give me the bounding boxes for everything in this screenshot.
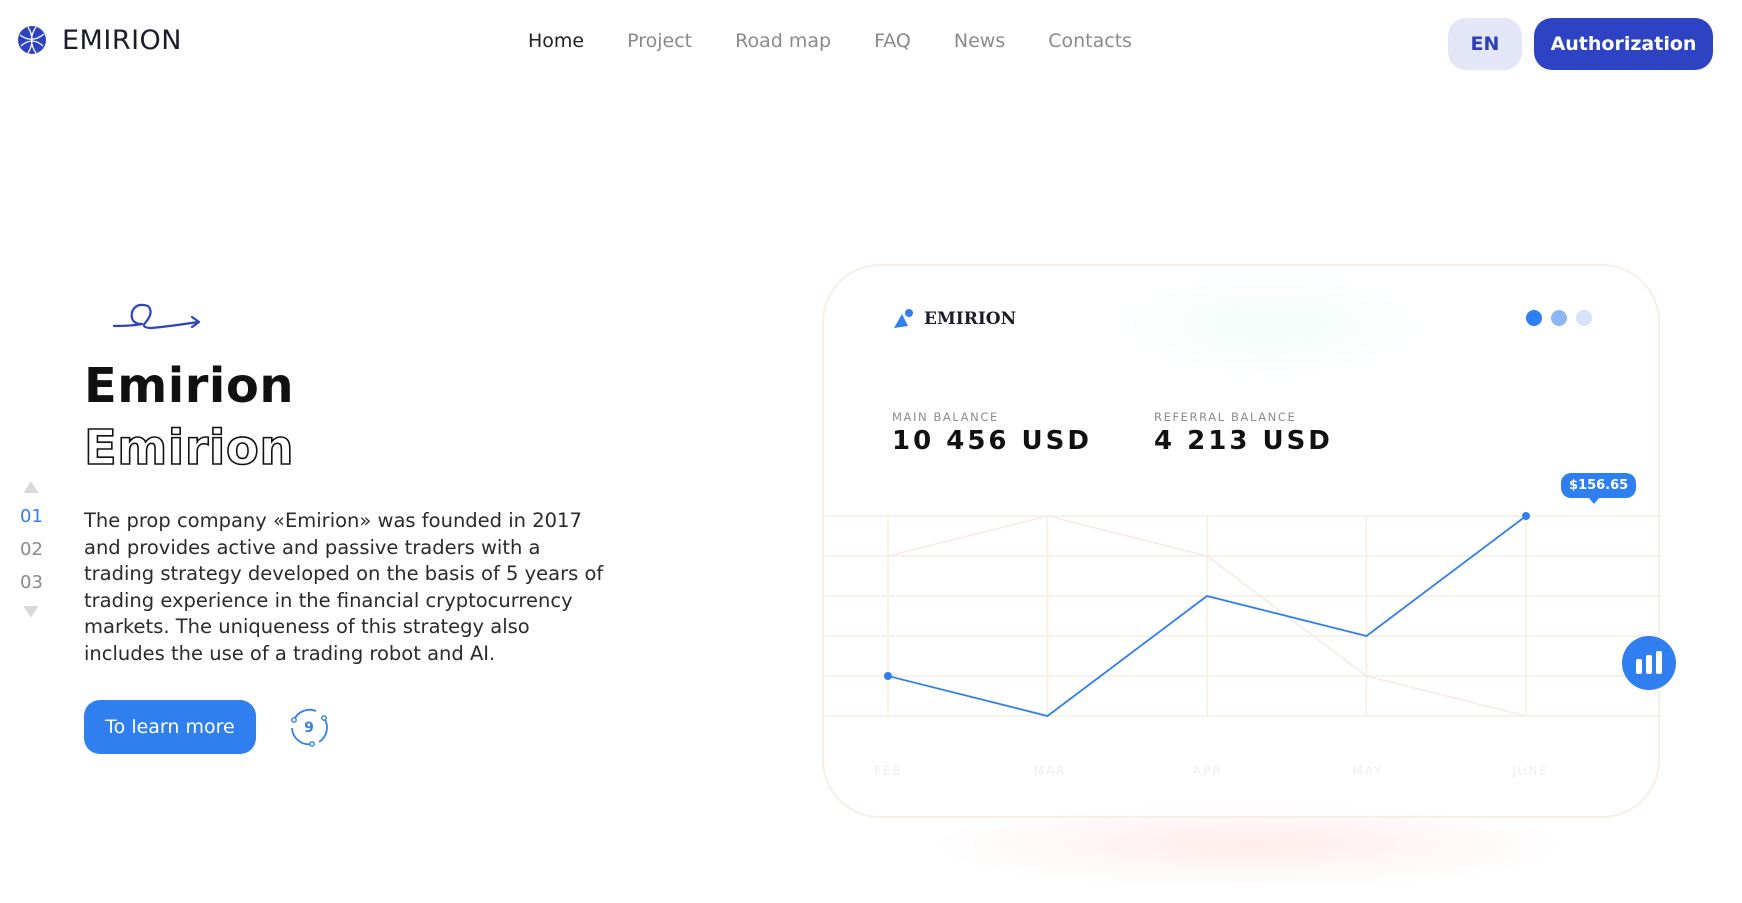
main-balance-value: 10 456 USD [892, 426, 1092, 456]
main-nav: Home Project Road map FAQ News Contacts [528, 30, 1175, 52]
hero-description: The prop company «Emirion» was founded i… [84, 509, 604, 665]
hero-title-outline: Emirion [83, 419, 295, 477]
refresh-ring-icon: 9 [291, 708, 328, 747]
logo-text: EMIRION [62, 24, 182, 56]
referral-balance: REFERRAL BALANCE 4 213 USD [1154, 410, 1333, 456]
pager-item-01[interactable]: 01 [20, 506, 44, 527]
card-logo-text: EMIRION [924, 309, 1017, 329]
nav-project[interactable]: Project [627, 30, 692, 52]
arrow-down-icon [24, 606, 38, 617]
card-logo-icon [894, 309, 913, 328]
header: EMIRION Home Project Road map FAQ News C… [0, 0, 1742, 88]
main-balance: MAIN BALANCE 10 456 USD [892, 410, 1092, 456]
slide-pager: 01 02 03 [18, 480, 44, 621]
nav-faq[interactable]: FAQ [874, 30, 911, 52]
x-tick-label: JUNE [1512, 764, 1549, 778]
squiggle-arrow-icon [112, 303, 201, 330]
arrow-up-icon [24, 482, 38, 493]
dot-2 [1551, 310, 1567, 326]
hero-title: Emirion [84, 358, 295, 414]
learn-more-button[interactable]: To learn more [84, 700, 256, 754]
nav-road-map[interactable]: Road map [735, 30, 831, 52]
bar-chart-icon [1636, 651, 1662, 674]
referral-balance-value: 4 213 USD [1154, 426, 1333, 456]
authorization-button[interactable]: Authorization [1534, 18, 1713, 70]
data-point [1522, 512, 1530, 520]
x-tick-label: MAY [1352, 764, 1384, 778]
nav-home[interactable]: Home [528, 30, 584, 52]
dot-3 [1576, 310, 1592, 326]
main-balance-label: MAIN BALANCE [892, 410, 999, 424]
data-point [884, 672, 892, 680]
x-tick-label: FEB [874, 764, 903, 778]
balance-chart [824, 512, 1658, 717]
dashboard-card: EMIRION MAIN BALANCE 10 456 USD REFERRAL… [822, 264, 1660, 818]
referral-balance-label: REFERRAL BALANCE [1154, 410, 1297, 424]
nav-contacts[interactable]: Contacts [1048, 30, 1132, 52]
chart-tooltip: $156.65 [1561, 473, 1637, 504]
counter-value: 9 [304, 720, 314, 736]
dot-1 [1526, 310, 1542, 326]
globe-icon [18, 26, 46, 54]
pager-up-button[interactable] [18, 480, 44, 496]
language-button[interactable]: EN [1448, 18, 1522, 70]
x-tick-label: MAR [1033, 764, 1067, 778]
logo[interactable]: EMIRION [16, 24, 182, 56]
pager-down-button[interactable] [18, 605, 44, 621]
nav-news[interactable]: News [954, 30, 1005, 52]
stats-button[interactable] [1622, 636, 1676, 690]
pager-item-03[interactable]: 03 [20, 572, 44, 593]
card-logo: EMIRION [892, 308, 1016, 330]
x-tick-label: APR [1193, 764, 1223, 778]
pager-item-02[interactable]: 02 [20, 539, 44, 560]
slide-counter[interactable]: 9 [286, 704, 332, 750]
card-menu-dots[interactable] [1526, 310, 1592, 326]
